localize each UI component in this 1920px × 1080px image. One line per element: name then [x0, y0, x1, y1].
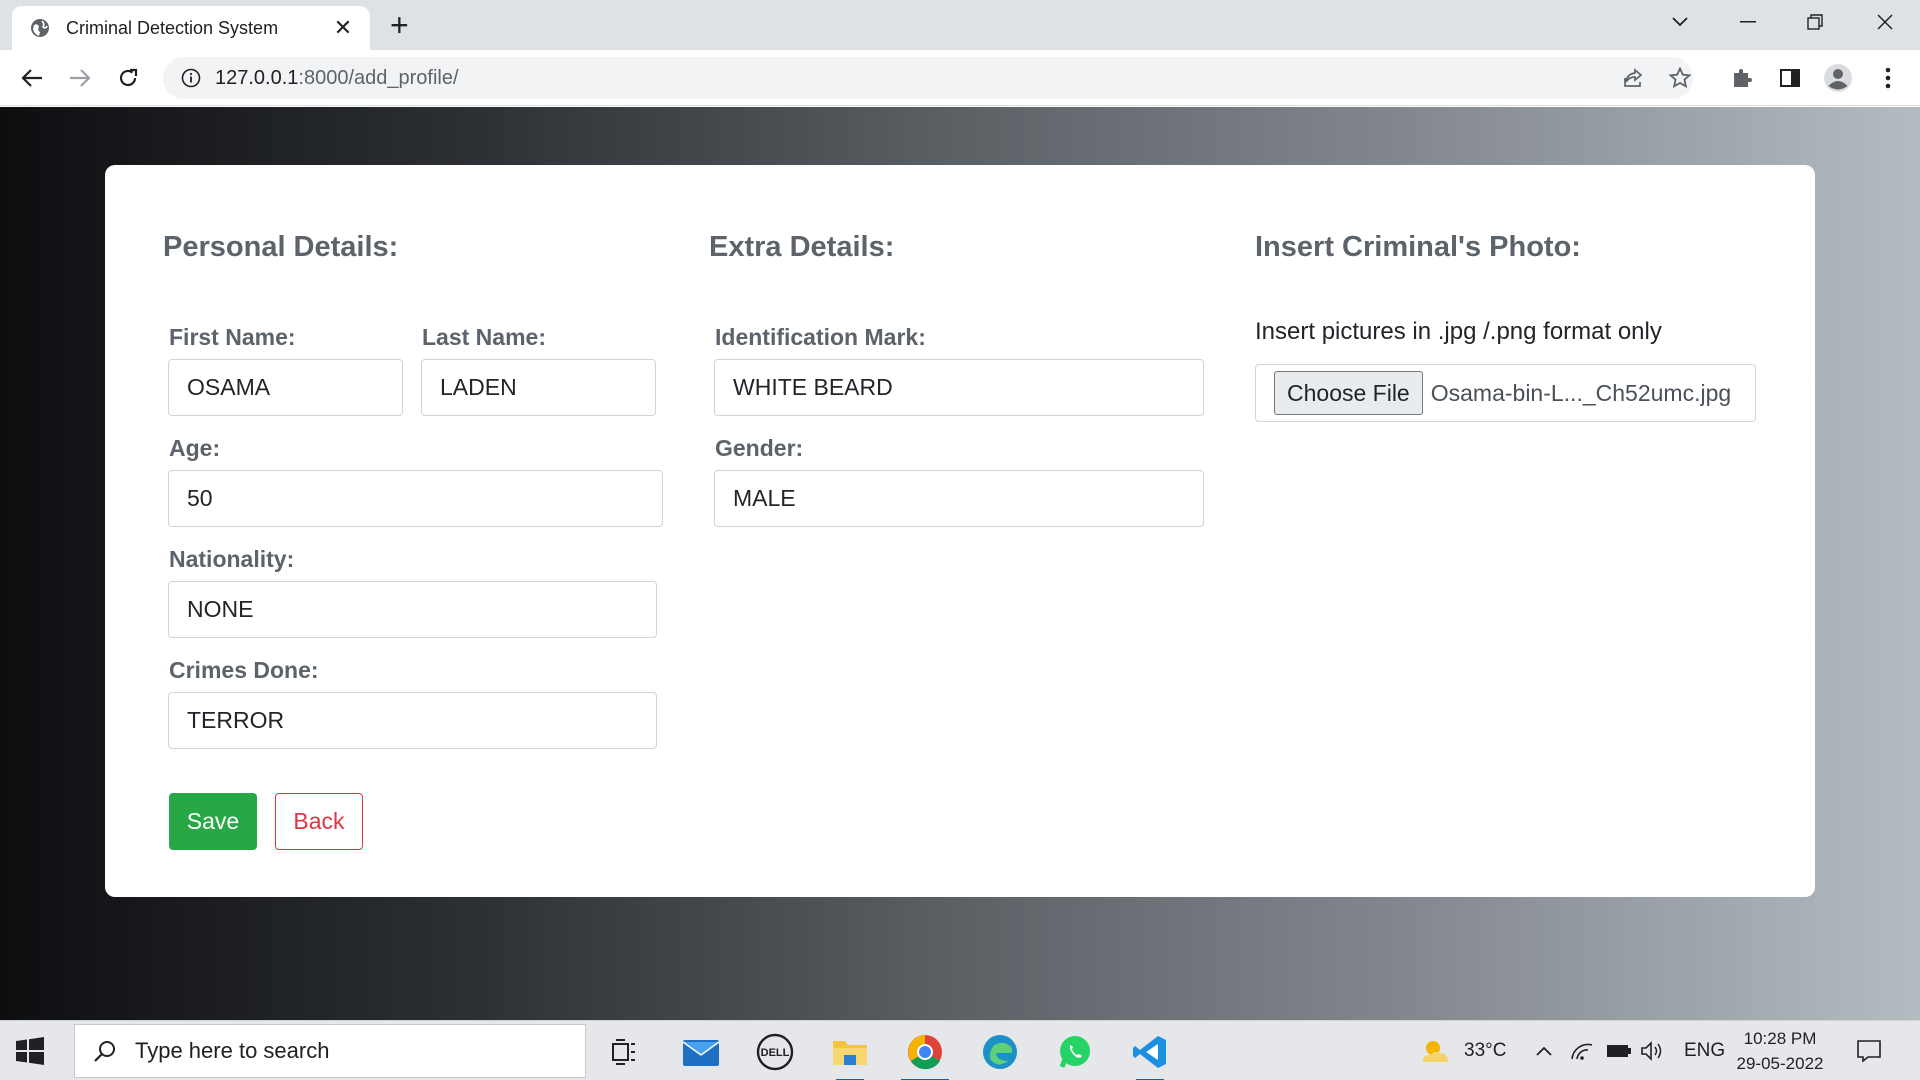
address-bar[interactable]: 127.0.0.1:8000/add_profile/ [163, 57, 1693, 99]
gender-label: Gender: [715, 435, 804, 461]
dell-app-icon[interactable]: DELL [747, 1027, 803, 1077]
gender-input[interactable]: MALE [714, 470, 1204, 527]
extra-details-heading: Extra Details: [709, 231, 895, 263]
close-tab-icon[interactable]: ✕ [330, 15, 356, 41]
photo-heading: Insert Criminal's Photo: [1255, 231, 1581, 263]
first-name-input[interactable]: OSAMA [168, 359, 403, 416]
profile-avatar-icon[interactable] [1822, 62, 1854, 94]
clock-time: 10:28 PM [1743, 1029, 1817, 1048]
nationality-label: Nationality: [169, 546, 295, 572]
vscode-app-icon[interactable] [1122, 1027, 1178, 1080]
volume-icon[interactable] [1640, 1021, 1664, 1080]
restore-icon[interactable] [1785, 0, 1845, 44]
reload-icon[interactable] [110, 60, 146, 96]
close-window-icon[interactable] [1855, 0, 1915, 44]
weather-widget[interactable]: 33°C [1418, 1021, 1506, 1080]
edge-app-icon[interactable] [972, 1027, 1028, 1077]
back-arrow-icon[interactable] [14, 60, 50, 96]
back-button[interactable]: Back [275, 793, 363, 850]
last-name-label: Last Name: [422, 324, 546, 350]
minimize-icon[interactable] [1718, 0, 1778, 44]
browser-toolbar: 127.0.0.1:8000/add_profile/ [0, 50, 1920, 106]
choose-file-button[interactable]: Choose File [1274, 371, 1423, 415]
photo-file-input[interactable]: Choose File Osama-bin-L..._Ch52umc.jpg [1255, 364, 1756, 422]
photo-format-note: Insert pictures in .jpg /.png format onl… [1255, 318, 1662, 345]
kebab-menu-icon[interactable] [1872, 62, 1904, 94]
tab-title: Criminal Detection System [66, 17, 279, 38]
info-icon[interactable] [181, 68, 201, 88]
system-clock[interactable]: 10:28 PM 29-05-2022 [1730, 1026, 1830, 1076]
clock-date: 29-05-2022 [1736, 1054, 1824, 1073]
language-indicator[interactable]: ENG [1684, 1021, 1725, 1080]
forward-arrow-icon[interactable] [62, 60, 98, 96]
bookmark-star-icon[interactable] [1668, 66, 1692, 90]
age-input[interactable]: 50 [168, 470, 663, 527]
globe-icon [31, 19, 49, 37]
extensions-puzzle-icon[interactable] [1726, 62, 1758, 94]
tab-strip: Criminal Detection System ✕ + [0, 0, 1920, 50]
tray-chevron-icon[interactable] [1535, 1021, 1553, 1080]
nationality-input[interactable]: NONE [168, 581, 657, 638]
search-placeholder: Type here to search [135, 1038, 330, 1063]
weather-temperature: 33°C [1464, 1040, 1507, 1061]
task-view-icon[interactable] [596, 1027, 652, 1077]
battery-icon[interactable] [1606, 1021, 1632, 1080]
side-panel-icon[interactable] [1774, 62, 1806, 94]
identification-mark-input[interactable]: WHITE BEARD [714, 359, 1204, 416]
file-explorer-icon[interactable] [822, 1027, 878, 1080]
notifications-icon[interactable] [1856, 1021, 1882, 1080]
selected-file-name: Osama-bin-L..._Ch52umc.jpg [1430, 379, 1732, 406]
crimes-done-input[interactable]: TERROR [168, 692, 657, 749]
browser-tab[interactable]: Criminal Detection System ✕ [12, 6, 370, 50]
windows-start-icon[interactable] [16, 1037, 44, 1065]
weather-sun-cloud-icon [1423, 1041, 1448, 1062]
url-text[interactable]: 127.0.0.1:8000/add_profile/ [215, 67, 459, 90]
svg-text:DELL: DELL [761, 1047, 790, 1059]
personal-details-heading: Personal Details: [163, 231, 399, 263]
wifi-icon[interactable] [1570, 1021, 1594, 1080]
identification-mark-label: Identification Mark: [715, 324, 926, 350]
profile-form-card: Personal Details: Extra Details: Insert … [105, 165, 1815, 897]
mail-app-icon[interactable] [673, 1027, 729, 1077]
search-icon [94, 1041, 115, 1062]
tab-search-icon[interactable] [1650, 0, 1710, 44]
taskbar-search-box[interactable]: Type here to search [74, 1024, 586, 1078]
windows-taskbar: Type here to search DELL 33°C ENG 10:28 … [0, 1020, 1920, 1080]
first-name-label: First Name: [169, 324, 296, 350]
whatsapp-app-icon[interactable] [1047, 1027, 1103, 1077]
crimes-done-label: Crimes Done: [169, 657, 319, 683]
last-name-input[interactable]: LADEN [421, 359, 656, 416]
share-icon[interactable] [1621, 66, 1645, 90]
age-label: Age: [169, 435, 221, 461]
page-background: Personal Details: Extra Details: Insert … [0, 107, 1920, 1020]
new-tab-icon[interactable]: + [390, 8, 409, 42]
chrome-app-icon[interactable] [897, 1027, 953, 1080]
save-button[interactable]: Save [169, 793, 257, 850]
